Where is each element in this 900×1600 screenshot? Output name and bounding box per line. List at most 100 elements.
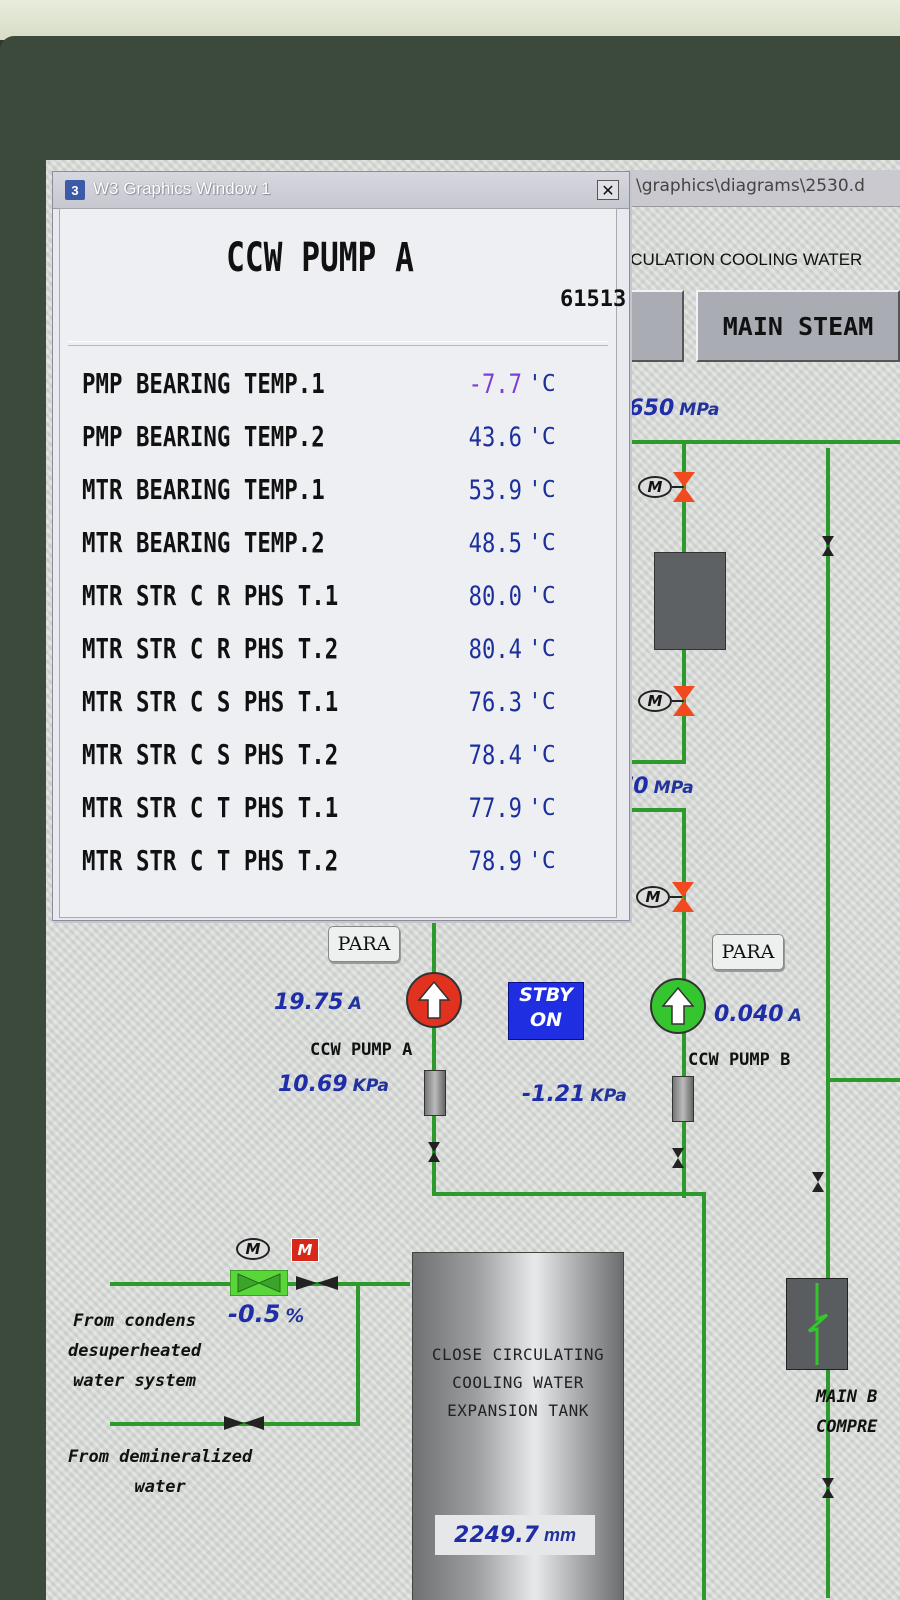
temperature-unit: 'C	[528, 742, 556, 768]
gate-valve-icon[interactable]	[224, 1416, 264, 1430]
motor-valve-icon[interactable]	[671, 684, 697, 718]
pump-b-dp-unit: KPa	[590, 1086, 627, 1106]
temperature-label: MTR STR C R PHS T.2	[82, 632, 339, 665]
standby-line1: STBY	[519, 984, 573, 1006]
nav-button-hidden[interactable]	[628, 290, 684, 362]
gate-valve-icon[interactable]	[672, 1148, 684, 1168]
filter-vessel	[654, 552, 726, 650]
temperature-value: 80.4	[468, 634, 522, 665]
motor-valve-icon[interactable]	[671, 470, 697, 504]
main-steam-button[interactable]: MAIN STEAM	[696, 290, 900, 362]
temperature-label: MTR STR C T PHS T.1	[82, 791, 339, 824]
gate-valve-icon[interactable]	[428, 1142, 440, 1162]
pump-b-dp-value: -1.21	[522, 1082, 586, 1107]
temperature-row[interactable]: PMP BEARING TEMP.1 -7.7 'C	[60, 363, 616, 415]
temperature-value: 80.0	[468, 581, 522, 612]
temperature-label: MTR STR C T PHS T.2	[82, 844, 339, 877]
heat-exchanger-icon	[786, 1278, 848, 1370]
pump-a-symbol[interactable]	[406, 972, 462, 1028]
temperature-row[interactable]: MTR BEARING TEMP.1 53.9 'C	[60, 469, 616, 521]
pressure-mid-unit: MPa	[653, 778, 694, 798]
close-icon[interactable]: ✕	[597, 180, 619, 200]
pump-b-current-value: 0.040	[714, 1002, 784, 1027]
pump-a-current-readout: 19.75 A	[274, 990, 362, 1015]
tank-label-line: CLOSE CIRCULATING	[431, 1345, 605, 1364]
temperature-row[interactable]: MTR STR C S PHS T.2 78.4 'C	[60, 734, 616, 786]
flow-meter-icon	[424, 1070, 446, 1116]
temperature-value: 78.9	[468, 846, 522, 877]
popup-titlebar[interactable]: 3 W3 Graphics Window 1 ✕	[53, 172, 629, 209]
tank-level-readout: 2249.7 mm	[435, 1515, 595, 1555]
expansion-tank[interactable]: CLOSE CIRCULATING COOLING WATER EXPANSIO…	[412, 1252, 624, 1600]
motor-icon: M	[236, 1238, 270, 1260]
makeup-control-valve-icon[interactable]	[230, 1270, 288, 1296]
from-condensate-note: From condens desuperheated water system	[68, 1306, 201, 1396]
temperature-label: PMP BEARING TEMP.2	[82, 420, 325, 453]
temperature-unit: 'C	[528, 371, 556, 397]
pressure-top-readout: .650 MPa	[620, 396, 719, 421]
pump-arrow-icon	[417, 980, 451, 1019]
temperature-row[interactable]: MTR STR C T PHS T.2 78.9 'C	[60, 840, 616, 892]
panel-title: CCW PUMP A	[226, 235, 414, 281]
tank-level-unit: mm	[543, 1524, 576, 1545]
gate-valve-icon[interactable]	[822, 1478, 834, 1498]
note-line: From condens	[73, 1311, 196, 1331]
pump-a-current-unit: A	[348, 994, 362, 1014]
temperature-row[interactable]: MTR STR C R PHS T.1 80.0 'C	[60, 575, 616, 627]
temperature-value: 48.5	[468, 528, 522, 559]
pump-b-current-unit: A	[788, 1006, 802, 1026]
temperature-unit: 'C	[528, 583, 556, 609]
standby-indicator[interactable]: STBY ON	[508, 982, 584, 1040]
manual-mode-badge[interactable]: M	[291, 1238, 319, 1262]
note-line: water	[134, 1477, 186, 1497]
standby-line2: ON	[529, 1009, 563, 1031]
temperature-value: 53.9	[468, 475, 522, 506]
temperature-value: -7.7	[468, 369, 522, 400]
pump-a-dp-value: 10.69	[278, 1072, 348, 1097]
temperature-unit: 'C	[528, 848, 556, 874]
note-line: desuperheated	[68, 1341, 202, 1361]
pump-a-label: CCW PUMP A	[310, 1040, 413, 1060]
pump-arrow-icon	[661, 986, 695, 1025]
temperature-value: 77.9	[468, 793, 522, 824]
note-line: From demineralized	[68, 1447, 253, 1467]
temperature-unit: 'C	[528, 636, 556, 662]
temperature-label: PMP BEARING TEMP.1	[82, 367, 325, 400]
pump-b-label: CCW PUMP B	[688, 1050, 791, 1070]
diagram-subtitle: RCULATION COOLING WATER	[618, 250, 863, 269]
window-app-icon: 3	[65, 180, 85, 200]
temperature-row[interactable]: MTR STR C T PHS T.1 77.9 'C	[60, 787, 616, 839]
temperature-row[interactable]: MTR STR C S PHS T.1 76.3 'C	[60, 681, 616, 733]
temperature-unit: 'C	[528, 530, 556, 556]
temperature-row[interactable]: MTR STR C R PHS T.2 80.4 'C	[60, 628, 616, 680]
main-steam-button-label: MAIN STEAM	[722, 311, 874, 341]
temperature-row[interactable]: MTR BEARING TEMP.2 48.5 'C	[60, 522, 616, 574]
pipe-right-branch	[826, 1078, 900, 1082]
note-line: water system	[73, 1371, 196, 1391]
temperature-label: MTR BEARING TEMP.2	[82, 526, 325, 559]
pump-a-dp-unit: KPa	[352, 1076, 389, 1096]
flow-meter-icon	[672, 1076, 694, 1122]
gate-valve-icon[interactable]	[812, 1172, 824, 1192]
pump-b-symbol[interactable]	[650, 978, 706, 1034]
from-demineralized-note: From demineralized water	[68, 1442, 252, 1502]
temperature-label: MTR STR C S PHS T.1	[82, 685, 339, 718]
panel-divider	[68, 341, 608, 346]
motor-valve-icon[interactable]	[670, 880, 696, 914]
tank-level-value: 2249.7	[454, 1522, 539, 1548]
temperature-value: 43.6	[468, 422, 522, 453]
temperature-row[interactable]: PMP BEARING TEMP.2 43.6 'C	[60, 416, 616, 468]
pressure-top-unit: MPa	[679, 400, 720, 420]
pump-a-para-button[interactable]: PARA	[328, 926, 400, 962]
temperature-unit: 'C	[528, 477, 556, 503]
pump-b-para-button[interactable]: PARA	[712, 934, 784, 970]
temperature-value: 76.3	[468, 687, 522, 718]
pump-a-dp-readout: 10.69 KPa	[278, 1072, 389, 1097]
pipe-suction-header	[432, 1192, 704, 1196]
gate-valve-icon[interactable]	[822, 536, 834, 556]
temperature-unit: 'C	[528, 689, 556, 715]
wall-background	[0, 0, 900, 40]
ccw-pump-a-popup-window[interactable]: 3 W3 Graphics Window 1 ✕ CCW PUMP A 6151…	[52, 171, 630, 921]
main-bearing-note: MAIN B COMPRE	[816, 1382, 877, 1442]
gate-valve-icon[interactable]	[296, 1276, 338, 1290]
